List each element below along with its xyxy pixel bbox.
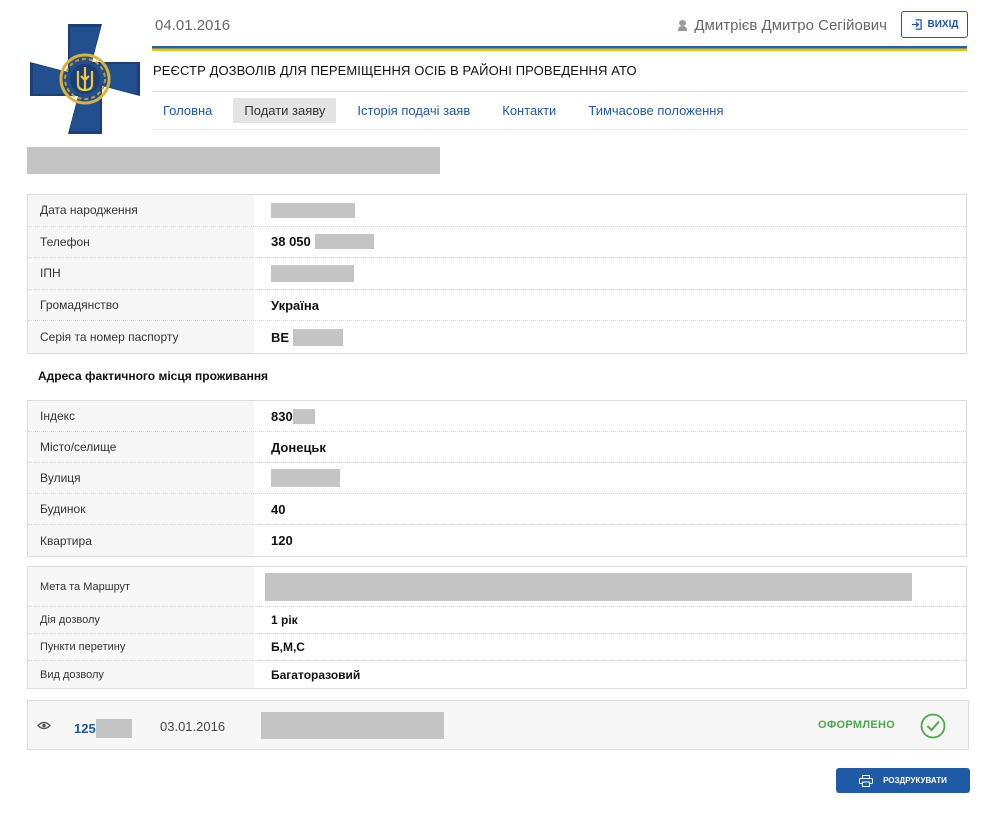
validity-label: Дія дозволу (28, 607, 254, 633)
exit-label: ВИХІД (927, 19, 959, 30)
applicant-name-redacted (27, 147, 440, 174)
index-prefix: 830 (271, 408, 293, 424)
table-row: Індекс 830 (28, 401, 966, 432)
index-value: 830 (254, 408, 315, 424)
table-row: Будинок 40 (28, 494, 966, 525)
birth-date-label: Дата народження (28, 195, 254, 226)
passport-label: Серія та номер паспорту (28, 321, 254, 353)
apartment-value: 120 (271, 533, 293, 548)
check-circle-icon (920, 713, 946, 739)
citizenship-label: Громадянство (28, 289, 254, 321)
table-row: Мета та Маршрут (28, 567, 966, 607)
redacted-field (95, 719, 132, 738)
street-label: Вулиця (28, 463, 254, 493)
table-row: ІПН (28, 258, 966, 290)
nav-item-contacts[interactable]: Контакти (491, 98, 567, 123)
nav-divider-bottom (152, 129, 967, 130)
redacted-field (265, 572, 912, 601)
print-button[interactable]: РОЗДРУКУВАТИ (836, 768, 970, 793)
main-nav: Головна Подати заяву Історія подачі заяв… (152, 98, 745, 123)
application-status-card: 125 03.01.2016 ОФОРМЛЕНО (27, 700, 969, 750)
building-label: Будинок (28, 494, 254, 524)
tin-label: ІПН (28, 258, 254, 289)
street-value (254, 469, 340, 487)
nav-item-home[interactable]: Головна (152, 98, 223, 123)
nav-divider-top (152, 91, 967, 92)
birth-date-value (254, 202, 355, 218)
validity-value: 1 рік (271, 613, 298, 627)
redacted-field (293, 328, 344, 346)
application-number[interactable]: 125 (74, 719, 132, 738)
application-number-prefix: 125 (74, 721, 96, 736)
nav-item-temporary-regulation[interactable]: Тимчасове положення (577, 98, 734, 123)
table-row: Місто/селище Донецьк (28, 432, 966, 463)
redacted-field (292, 408, 315, 424)
table-row: Вулиця (28, 463, 966, 494)
nav-item-submit-application[interactable]: Подати заяву (233, 98, 337, 123)
table-row: Вид дозволу Багаторазовий (28, 661, 966, 688)
logout-icon (911, 19, 922, 30)
eye-icon[interactable] (37, 721, 51, 730)
nav-item-history[interactable]: Історія подачі заяв (346, 98, 481, 123)
permit-type-label: Вид дозволу (28, 661, 254, 688)
print-label: РОЗДРУКУВАТИ (883, 776, 947, 785)
building-value: 40 (271, 501, 286, 517)
emblem-cross-trident-icon (30, 24, 140, 134)
phone-value: 38 050 (254, 234, 374, 250)
application-date: 03.01.2016 (160, 719, 226, 734)
person-icon (678, 20, 688, 31)
redacted-field (271, 264, 354, 282)
user-name: Дмитрієв Дмитро Сегійович (694, 17, 887, 34)
registry-title: РЕЄСТР ДОЗВОЛІВ ДЛЯ ПЕРЕМІЩЕННЯ ОСІБ В Р… (153, 63, 637, 78)
current-date: 04.01.2016 (155, 17, 231, 34)
redacted-field (261, 712, 444, 739)
index-label: Індекс (28, 401, 254, 431)
status-badge: ОФОРМЛЕНО (818, 719, 896, 731)
redacted-field (271, 202, 355, 218)
apartment-label: Квартира (28, 525, 254, 556)
table-row: Пункти перетину Б,М,С (28, 634, 966, 661)
phone-label: Телефон (28, 226, 254, 258)
crossings-value: Б,М,С (271, 640, 305, 654)
table-row: Громадянство Україна (28, 289, 966, 322)
city-label: Місто/селище (28, 432, 254, 462)
permit-table: Мета та Маршрут Дія дозволу 1 рік Пункти… (27, 566, 967, 689)
printer-icon (859, 774, 874, 787)
route-value (254, 572, 912, 601)
passport-series: ВЕ (271, 329, 290, 345)
citizenship-value: Україна (271, 297, 320, 313)
exit-button[interactable]: ВИХІД (901, 11, 968, 38)
phone-prefix: 38 050 (271, 234, 311, 250)
permit-type-value: Багаторазовий (271, 667, 361, 682)
redacted-field (314, 234, 374, 250)
flag-divider (152, 46, 967, 51)
address-heading: Адреса фактичного місця проживання (38, 369, 269, 383)
table-row: Серія та номер паспорту ВЕ (28, 321, 966, 353)
address-table: Індекс 830 Місто/селище Донецьк Вулиця Б… (27, 400, 967, 557)
table-row: Телефон 38 050 (28, 226, 966, 259)
redacted-field (271, 469, 340, 487)
city-value: Донецьк (271, 439, 326, 455)
table-row: Квартира 120 (28, 525, 966, 556)
tin-value (254, 264, 354, 282)
table-row: Дата народження (28, 195, 966, 227)
passport-value: ВЕ (254, 328, 344, 346)
crossings-label: Пункти перетину (28, 634, 254, 660)
personal-info-table: Дата народження Телефон 38 050 ІПН Грома… (27, 194, 967, 354)
route-label: Мета та Маршрут (28, 567, 254, 606)
table-row: Дія дозволу 1 рік (28, 607, 966, 634)
user-info: Дмитрієв Дмитро Сегійович (678, 17, 887, 34)
